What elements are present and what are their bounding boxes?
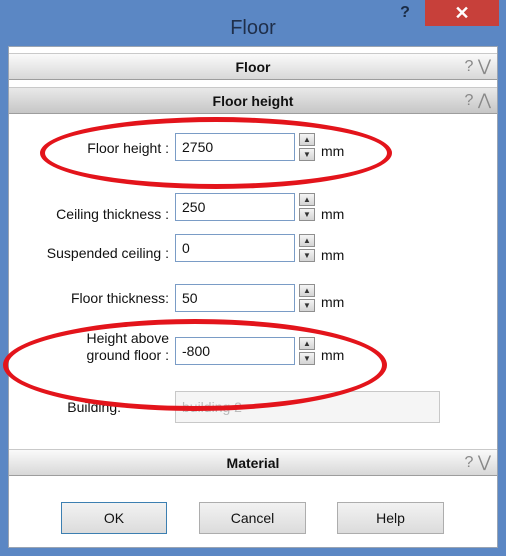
chevron-down-icon[interactable]: ⋁ xyxy=(478,58,491,75)
suspended-ceiling-spinner[interactable]: ▲ ▼ xyxy=(299,234,315,262)
spin-up-icon[interactable]: ▲ xyxy=(299,234,315,247)
section-material-label: Material xyxy=(226,455,280,471)
cancel-button[interactable]: Cancel xyxy=(199,502,306,534)
section-floor-icons: ? ⋁ xyxy=(465,54,491,80)
spin-up-icon[interactable]: ▲ xyxy=(299,284,315,297)
section-material-header[interactable]: Material ? ⋁ xyxy=(9,449,497,476)
spin-down-icon[interactable]: ▼ xyxy=(299,299,315,312)
section-floor-header[interactable]: Floor ? ⋁ xyxy=(9,53,497,80)
close-button[interactable]: ✕ xyxy=(425,0,499,26)
floor-thickness-label: Floor thickness: xyxy=(70,290,169,306)
spin-up-icon[interactable]: ▲ xyxy=(299,193,315,206)
suspended-ceiling-unit: mm xyxy=(321,247,345,263)
section-floor-label: Floor xyxy=(235,59,271,75)
floor-thickness-input[interactable] xyxy=(175,284,295,312)
floor-thickness-unit: mm xyxy=(321,294,345,310)
spin-down-icon[interactable]: ▼ xyxy=(299,249,315,262)
highlight-ring-height-above-ground xyxy=(3,319,387,411)
dialog-window: Floor ? ✕ Floor ? ⋁ Floor height ? ⋀ Flo… xyxy=(0,0,506,556)
ok-button[interactable]: OK xyxy=(61,502,167,534)
ceiling-thickness-spinner[interactable]: ▲ ▼ xyxy=(299,193,315,221)
ceiling-thickness-input[interactable] xyxy=(175,193,295,221)
help-icon[interactable]: ? xyxy=(465,92,474,109)
floor-thickness-spinner[interactable]: ▲ ▼ xyxy=(299,284,315,312)
suspended-ceiling-input[interactable] xyxy=(175,234,295,262)
ceiling-thickness-label: Ceiling thickness : xyxy=(56,206,169,222)
section-floor-height-header[interactable]: Floor height ? ⋀ xyxy=(9,87,497,114)
chevron-up-icon[interactable]: ⋀ xyxy=(478,92,491,109)
dialog-client-area: Floor ? ⋁ Floor height ? ⋀ Floor height … xyxy=(3,46,498,548)
suspended-ceiling-label: Suspended ceiling : xyxy=(46,245,169,261)
section-material-icons: ? ⋁ xyxy=(465,450,491,476)
title-bar[interactable]: Floor ? ✕ xyxy=(0,0,506,46)
section-floor-height-label: Floor height xyxy=(212,93,294,109)
chevron-down-icon[interactable]: ⋁ xyxy=(478,454,491,471)
help-icon[interactable]: ? xyxy=(392,2,418,24)
section-floor-height-icons: ? ⋀ xyxy=(465,88,491,114)
ceiling-thickness-unit: mm xyxy=(321,206,345,222)
spin-down-icon[interactable]: ▼ xyxy=(299,208,315,221)
help-icon[interactable]: ? xyxy=(465,58,474,75)
help-icon[interactable]: ? xyxy=(465,454,474,471)
help-button[interactable]: Help xyxy=(337,502,444,534)
highlight-ring-floor-height xyxy=(40,117,392,189)
